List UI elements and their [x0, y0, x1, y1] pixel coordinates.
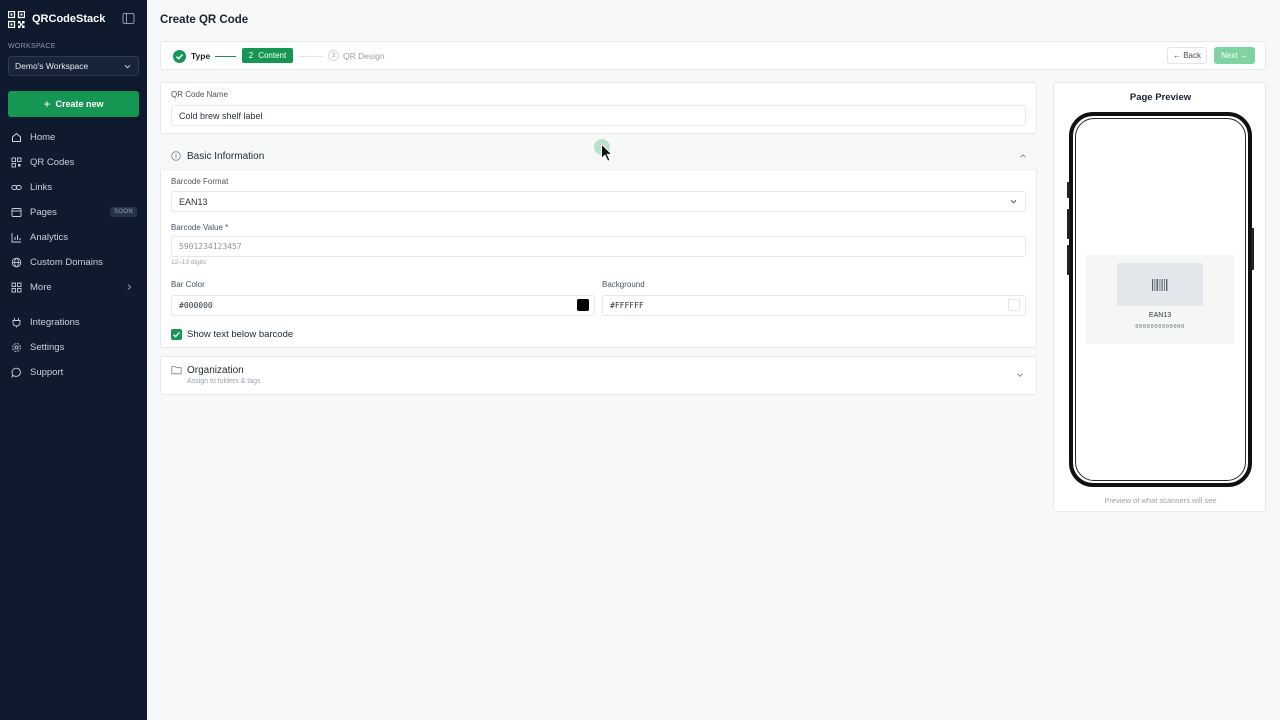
sidebar-item-more[interactable]: More [11, 279, 137, 295]
sidebar-item-home[interactable]: Home [11, 129, 137, 145]
page-title: Create QR Code [160, 14, 249, 26]
link-icon [11, 184, 22, 190]
step-type[interactable]: Type [191, 51, 210, 61]
step-connector [215, 56, 236, 57]
create-new-button[interactable]: + Create new [8, 91, 139, 117]
sidebar-item-support[interactable]: Support [11, 364, 137, 380]
barcode-format-select[interactable]: EAN13 [171, 191, 1026, 212]
background-color-input[interactable]: #FFFFFF [602, 295, 1026, 316]
preview-title: Page Preview [1129, 92, 1192, 103]
qr-name-value: Cold brew shelf label [179, 110, 263, 121]
phone-button [1067, 209, 1070, 239]
back-button[interactable]: ← Back [1167, 47, 1207, 64]
chevron-up-icon [1020, 154, 1026, 158]
background-label: Background [602, 280, 645, 289]
chevron-down-icon[interactable] [1016, 371, 1024, 379]
home-icon [12, 132, 21, 142]
check-circle-icon [173, 50, 186, 63]
qr-name-input[interactable]: Cold brew shelf label [171, 105, 1026, 126]
sidebar-item-label: More [30, 281, 52, 293]
info-icon [171, 151, 181, 161]
plug-icon [12, 317, 21, 327]
check-icon [173, 331, 181, 338]
qr-icon [11, 157, 22, 167]
chevron-down-icon [124, 64, 131, 69]
sidebar-item-label: Integrations [30, 316, 80, 328]
gear-icon [12, 342, 21, 352]
organization-title: Organization [187, 365, 244, 376]
sidebar-item-pages[interactable]: Pages SOON [11, 204, 137, 220]
barcode-format-preview: EAN13 [1148, 312, 1172, 319]
bar-color-value: #000000 [179, 301, 213, 310]
qr-name-label: QR Code Name [171, 90, 228, 99]
sidebar-item-label: Links [30, 181, 53, 193]
sidebar-item-label: Settings [30, 341, 65, 353]
step-number: 3 [328, 50, 339, 61]
stepper: Type 2 Content 3 QR Design ← Back Next → [160, 41, 1266, 70]
sidebar-item-analytics[interactable]: Analytics [11, 229, 137, 245]
barcode-value-label: Barcode Value * [171, 223, 229, 232]
sidebar-item-label: Analytics [30, 231, 69, 243]
barcode-value-input[interactable]: 5901234123457 [171, 236, 1026, 257]
step-content[interactable]: 2 Content [242, 48, 293, 63]
sidebar-item-custom-domains[interactable]: Custom Domains [11, 254, 137, 270]
barcode-value-placeholder: 5901234123457 [179, 242, 242, 251]
step-label: Content [258, 51, 287, 60]
show-text-checkbox[interactable] [171, 329, 182, 340]
barcode-image [1117, 263, 1203, 306]
chevron-down-icon [1010, 199, 1017, 204]
sidebar-item-label: Custom Domains [30, 256, 103, 268]
sidebar-item-integrations[interactable]: Integrations [11, 314, 137, 330]
brand[interactable]: QRCodeStack [8, 10, 105, 28]
sidebar: QRCodeStack WORKSPACE Demo's Workspace +… [0, 0, 147, 720]
bar-color-label: Bar Color [171, 280, 205, 289]
next-button[interactable]: Next → [1214, 47, 1255, 64]
chat-icon [11, 367, 21, 378]
background-color-swatch[interactable] [1008, 299, 1020, 311]
basic-info-title: Basic Information [187, 151, 265, 162]
page-icon [11, 207, 22, 217]
folder-icon [171, 366, 182, 375]
background-color-value: #FFFFFF [610, 301, 644, 310]
soon-badge: SOON [110, 207, 137, 217]
workspace-value: Demo's Workspace [15, 61, 89, 71]
bar-color-input[interactable]: #000000 [171, 295, 595, 316]
step-number: 2 [248, 51, 254, 60]
sidebar-item-label: QR Codes [30, 156, 75, 168]
barcode-format-value: EAN13 [179, 196, 208, 207]
chevron-right-icon [127, 284, 132, 290]
app-name: QRCodeStack [32, 13, 106, 25]
chart-icon [11, 232, 21, 242]
phone-button [1251, 228, 1254, 270]
qr-logo-icon [8, 10, 25, 28]
phone-button [1067, 182, 1070, 198]
sidebar-item-settings[interactable]: Settings [11, 339, 137, 355]
workspace-label: WORKSPACE [8, 43, 56, 50]
preview-caption: Preview of what scanners will see [1104, 496, 1217, 505]
grid-icon [11, 282, 22, 292]
show-text-label[interactable]: Show text below barcode [187, 329, 293, 340]
phone-button [1067, 245, 1070, 275]
globe-icon [11, 257, 22, 267]
sidebar-item-links[interactable]: Links [11, 179, 137, 195]
step-connector [299, 56, 323, 57]
sidebar-item-label: Pages [30, 206, 57, 218]
sidebar-item-qr-codes[interactable]: QR Codes [11, 154, 137, 170]
organization-subtitle: Assign to folders & tags [187, 378, 261, 385]
step-qr-design[interactable]: QR Design [343, 51, 385, 61]
barcode-icon [1152, 278, 1168, 291]
workspace-select[interactable]: Demo's Workspace [8, 56, 139, 76]
create-new-label: Create new [55, 99, 104, 109]
barcode-digits-preview: 0000000000000 [1135, 324, 1185, 330]
mouse-cursor-icon [601, 143, 614, 162]
organization-card[interactable] [160, 356, 1037, 395]
plus-icon: + [43, 97, 51, 111]
sidebar-toggle-icon[interactable] [122, 12, 135, 25]
barcode-format-label: Barcode Format [171, 177, 229, 186]
barcode-value-hint: 12–13 digits [171, 259, 207, 266]
sidebar-item-label: Home [30, 131, 56, 143]
sidebar-item-label: Support [30, 366, 64, 378]
bar-color-swatch[interactable] [577, 299, 589, 311]
